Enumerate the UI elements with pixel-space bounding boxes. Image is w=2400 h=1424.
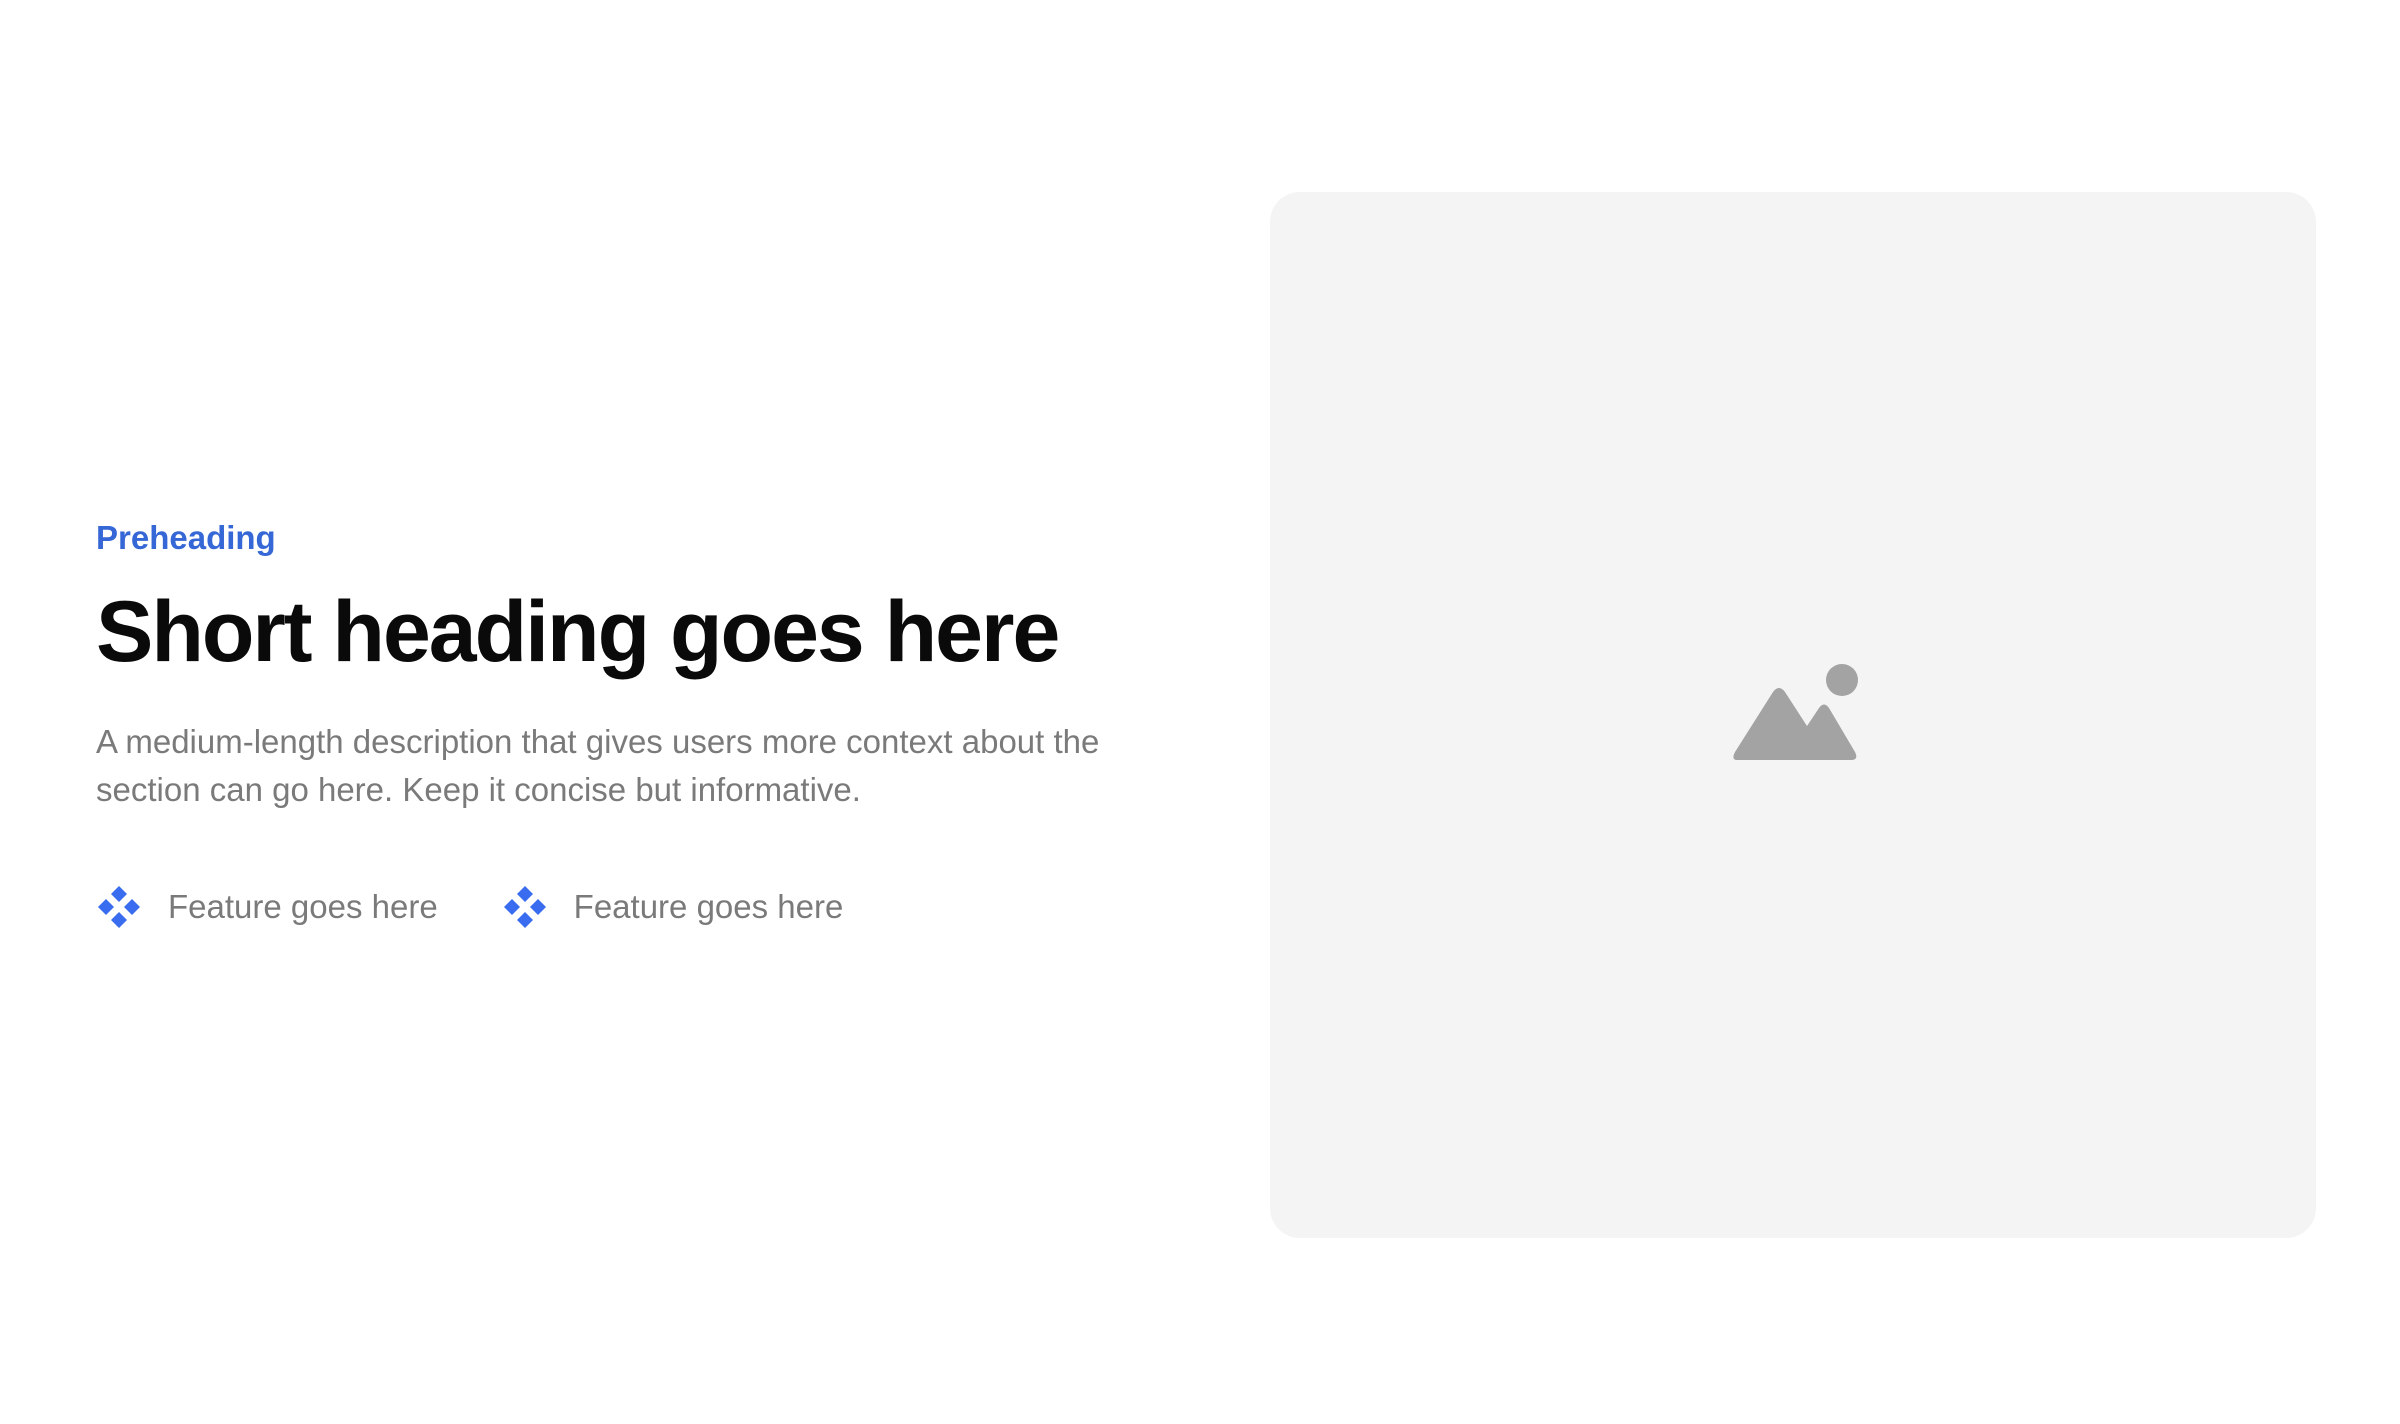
image-placeholder — [1270, 192, 2316, 1238]
page-title: Short heading goes here — [96, 584, 1060, 680]
preheading: Preheading — [96, 519, 276, 556]
diamond-grid-icon — [96, 884, 142, 930]
hero-section: Preheading Short heading goes here A med… — [0, 0, 2400, 1424]
image-placeholder-icon — [1731, 664, 1859, 766]
section-description: A medium-length description that gives u… — [96, 723, 1100, 808]
feature-label: Feature goes here — [168, 888, 438, 925]
text-column: Preheading Short heading goes here A med… — [96, 518, 1156, 930]
feature-item: Feature goes here — [96, 884, 438, 930]
feature-label: Feature goes here — [573, 888, 844, 925]
diamond-grid-icon — [502, 884, 548, 930]
feature-item: Feature goes here — [502, 884, 844, 930]
feature-list: Feature goes here Feature goes here — [96, 884, 1156, 930]
